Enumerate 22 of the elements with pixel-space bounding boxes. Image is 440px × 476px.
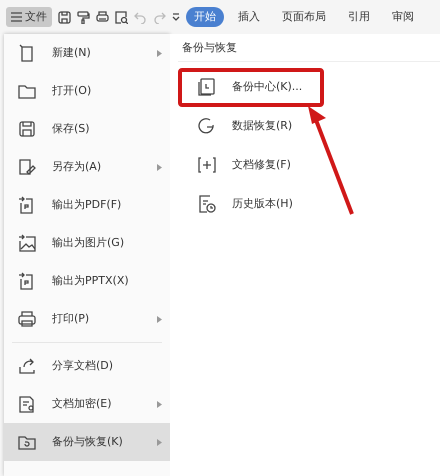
submenu-item[interactable]: 文档修复(F) xyxy=(178,146,324,184)
file-menu-item[interactable]: 保存(S) xyxy=(4,110,170,148)
file-menu-item[interactable]: 打印(P) xyxy=(4,300,170,338)
file-menu-item[interactable]: 备份与恢复(K) xyxy=(4,423,170,461)
ribbon-tab[interactable]: 审阅 xyxy=(384,6,422,28)
file-menu-button[interactable]: 文件 xyxy=(6,6,52,28)
ribbon-tab[interactable]: 页面布局 xyxy=(274,6,334,28)
file-menu-item[interactable]: 输出为PPTX(X) xyxy=(4,262,170,300)
file-menu-item[interactable]: 打开(O) xyxy=(4,72,170,110)
file-menu-item[interactable]: 输出为PDF(F) xyxy=(4,186,170,224)
submenu-title: 备份与恢复 xyxy=(178,40,440,62)
submenu-item[interactable]: 历史版本(H) xyxy=(178,184,324,224)
ribbon-tab[interactable]: 开始 xyxy=(186,6,224,28)
file-menu-item[interactable]: 输出为图片(G) xyxy=(4,224,170,262)
ribbon-tab[interactable]: 引用 xyxy=(340,6,378,28)
ribbon-tab[interactable]: 插入 xyxy=(230,6,268,28)
file-menu-item[interactable]: 文档加密(E) xyxy=(4,385,170,423)
file-menu-item[interactable]: 另存为(A) xyxy=(4,148,170,186)
submenu-item[interactable]: 数据恢复(R) xyxy=(178,106,324,146)
file-menu-item[interactable]: 分享文档(D) xyxy=(4,347,170,385)
file-menu-item[interactable]: 新建(N) xyxy=(4,34,170,72)
submenu-item[interactable]: 备份中心(K)... xyxy=(178,68,324,106)
